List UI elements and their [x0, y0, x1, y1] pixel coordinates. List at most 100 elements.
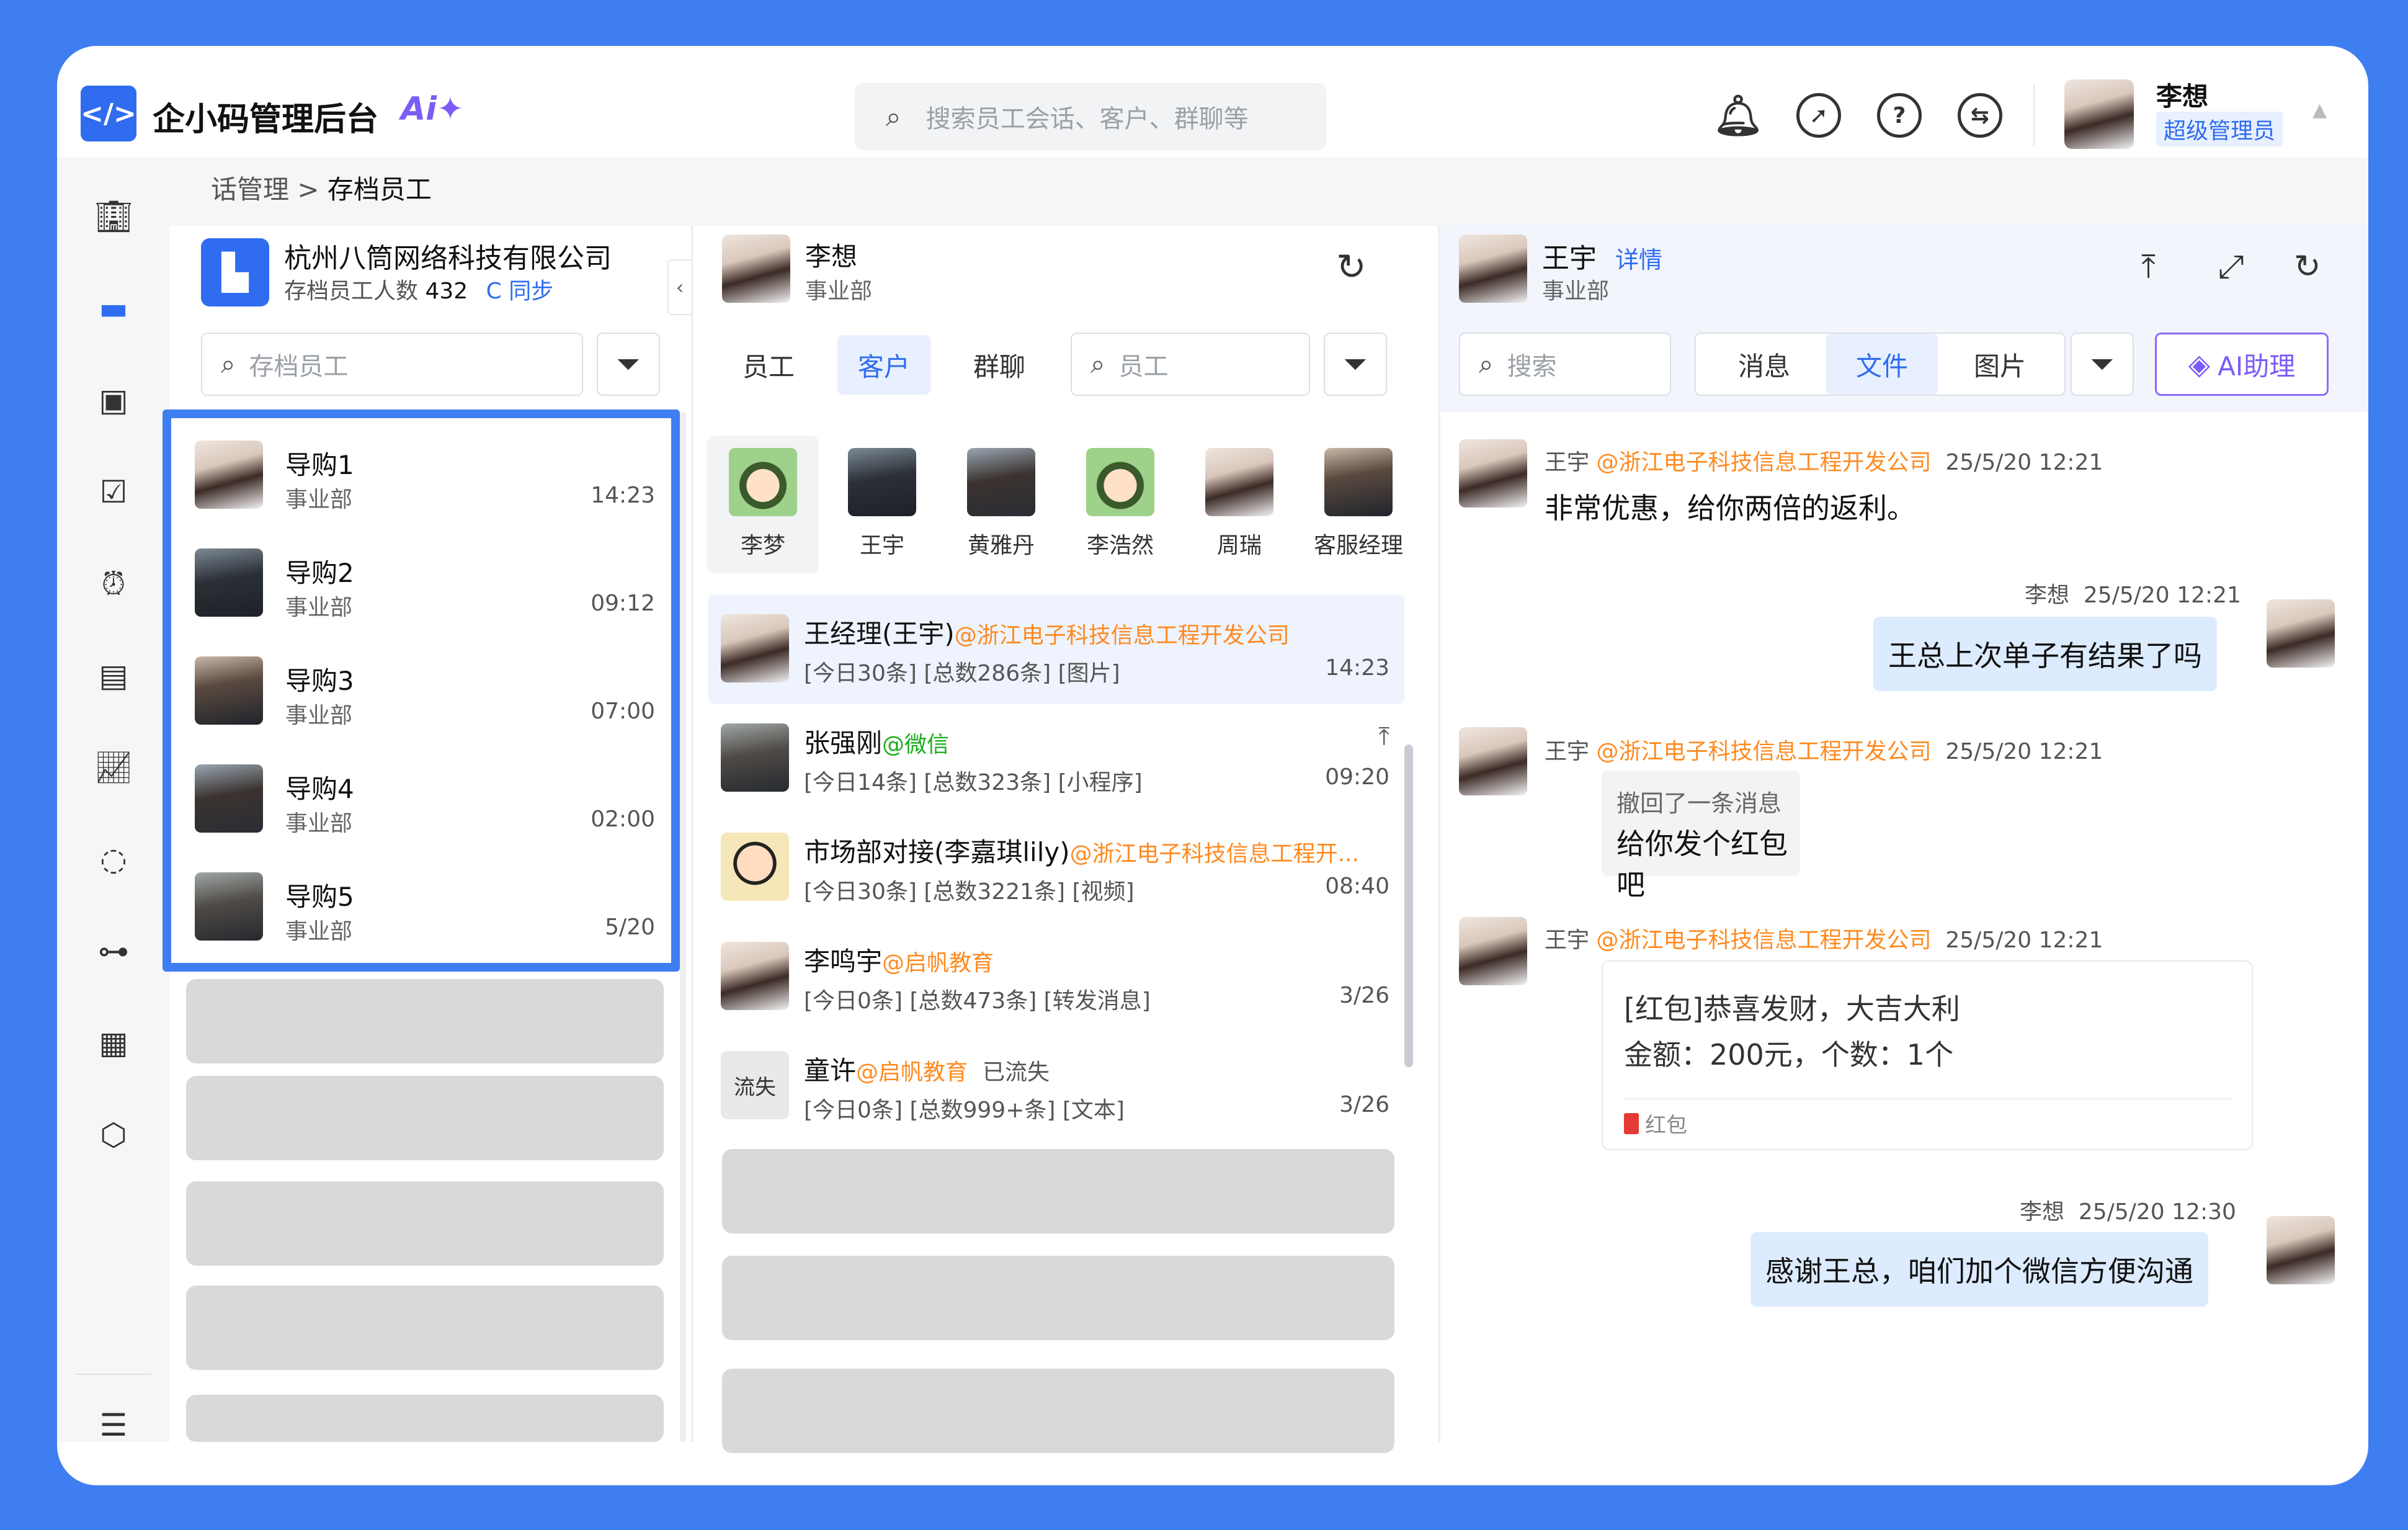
customer-chip[interactable]: 客服经理 [1303, 436, 1414, 573]
message-avatar [1459, 917, 1527, 985]
employee-filter-button[interactable]: ⏷ [597, 333, 660, 396]
list-item[interactable]: 导购3 事业部 07:00 [184, 639, 661, 745]
shield-check-icon[interactable]: ☑ [93, 472, 134, 512]
tab-files[interactable]: 文件 [1826, 334, 1938, 395]
customer-chip[interactable]: 李梦 [707, 436, 819, 573]
compass-icon[interactable]: ➚ [1796, 93, 1841, 138]
customer-chip[interactable]: 李浩然 [1064, 436, 1176, 573]
message-avatar [2267, 599, 2335, 668]
toolbar-divider [2033, 84, 2035, 146]
search-icon: ⌕ [221, 349, 236, 379]
refresh-icon[interactable]: ↻ [2294, 248, 2321, 285]
chat-search-input[interactable]: ⌕ 搜索 [1459, 333, 1671, 396]
list-item[interactable]: 导购2 事业部 09:12 [184, 531, 661, 637]
customer-avatar [848, 448, 916, 516]
tab-employee[interactable]: 员工 [722, 335, 815, 395]
settings-hex-icon[interactable]: ⬡ [93, 1114, 134, 1155]
refresh-icon[interactable]: ↻ [1336, 246, 1367, 288]
tab-images[interactable]: 图片 [1944, 334, 2056, 395]
org-tree-icon[interactable]: ⊶ [93, 931, 134, 972]
conversation-avatar [721, 942, 789, 1010]
chat-type-tabs: 消息 文件 图片 [1695, 333, 2066, 396]
alarm-icon[interactable]: ⏰︎ [93, 563, 134, 604]
placeholder-row [186, 1395, 664, 1442]
breadcrumb-separator: > [297, 174, 328, 205]
placeholder-row [722, 1369, 1394, 1453]
selected-employee-avatar [722, 235, 790, 303]
help-icon[interactable]: ? [1877, 93, 1922, 138]
chat-filter-button[interactable]: ⏷ [2071, 333, 2134, 396]
file-lock-icon[interactable]: ▦ [93, 1022, 134, 1063]
funnel-icon: ⏷ [1343, 346, 1368, 382]
nav-divider [76, 1374, 151, 1375]
message-bubble: 感谢王总，咱们加个微信方便沟通 [1750, 1232, 2208, 1307]
customer-avatar [967, 448, 1035, 516]
notice-icon[interactable]: ▣ [93, 380, 134, 421]
message-meta: 王宇 @浙江电子科技信息工程开发公司 25/5/20 12:21 [1545, 928, 2103, 953]
conversation-item[interactable]: 流失 童许@启帆教育 已流失 [今日0条] [总数999+条] [文本] 3/26 [708, 1031, 1404, 1140]
switch-icon[interactable]: ⇆ [1958, 93, 2002, 138]
global-search[interactable]: ⌕ 搜索员工会话、客户、群聊等 [855, 83, 1326, 150]
expand-icon[interactable]: ⤢ [2218, 248, 2244, 286]
customer-avatar [729, 448, 797, 516]
ai-assistant-button[interactable]: ◈ AI助理 [2155, 333, 2329, 396]
conversation-item[interactable]: 张强刚@微信 ⤒ [今日14条] [总数323条] [小程序] 09:20 [708, 704, 1404, 813]
chat-search-icon[interactable]: ◌ [93, 839, 134, 880]
doc-search-icon[interactable]: ▤ [93, 655, 134, 696]
detail-link[interactable]: 详情 [1615, 241, 1662, 275]
ai-mark: Ai✦ [401, 91, 464, 128]
customer-chip[interactable]: 黄雅丹 [945, 436, 1057, 573]
tab-customer[interactable]: 客户 [837, 335, 930, 395]
message-avatar [1459, 727, 1527, 795]
recalled-message: 撤回了一条消息 给你发个红包吧 [1602, 771, 1800, 901]
list-item[interactable]: 导购4 事业部 02:00 [184, 747, 661, 852]
customer-chip[interactable]: 周瑞 [1184, 436, 1295, 573]
chart-icon[interactable]: 📈︎ [93, 747, 134, 788]
lost-customer-avatar: 流失 [721, 1051, 789, 1119]
scroll-top-icon[interactable]: ⤒ [2141, 248, 2156, 286]
menu-collapse-icon[interactable]: ☰ [93, 1405, 134, 1446]
tab-group[interactable]: 群聊 [953, 335, 1046, 395]
red-packet-card[interactable]: [红包]恭喜发财，大吉大利 金额：200元，个数：1个 红包 [1602, 960, 2253, 1150]
conversation-scrollbar[interactable] [1404, 745, 1413, 1067]
employee-avatar [195, 441, 263, 509]
placeholder-row [186, 1076, 664, 1160]
user-role-badge: 超级管理员 [2156, 112, 2283, 146]
pin-top-icon[interactable]: ⤒ [1378, 722, 1389, 751]
chat-contact-name: 王宇 [1542, 243, 1597, 274]
conversation-item[interactable]: 李鸣宇@启帆教育 [今日0条] [总数473条] [转发消息] 3/26 [708, 922, 1404, 1031]
customer-chip[interactable]: 王宇 [826, 436, 938, 573]
customer-avatar [1086, 448, 1154, 516]
org-archive-count: 存档员工人数 432 C 同步 [284, 279, 554, 304]
bell-icon[interactable]: 🔔︎ [1713, 93, 1763, 139]
list-item[interactable]: 导购5 事业部 5/20 [184, 855, 661, 960]
building-icon[interactable]: 🏢︎ [93, 196, 134, 237]
employee-avatar [195, 764, 263, 833]
placeholder-row [722, 1256, 1394, 1340]
employee-scrollbar[interactable] [680, 412, 686, 1442]
employee-search-input[interactable]: ⌕ 存档员工 [201, 333, 583, 396]
folder-icon[interactable]: ▬ [93, 288, 134, 329]
tab-messages[interactable]: 消息 [1708, 334, 1820, 395]
breadcrumb-bar [170, 158, 2368, 226]
message-meta: 王宇 @浙江电子科技信息工程开发公司 25/5/20 12:21 [1545, 450, 2103, 475]
user-avatar[interactable] [2064, 79, 2134, 149]
message-avatar [1459, 439, 1527, 508]
customer-search-input[interactable]: ⌕ 员工 [1071, 333, 1310, 396]
customer-strip: 李梦 王宇 黄雅丹 李浩然 周瑞 客服经理 [693, 432, 1438, 581]
conversation-item[interactable]: 市场部对接(李嘉琪lily)@浙江电子科技信息工程开... [今日30条] [总… [708, 813, 1404, 922]
list-item[interactable]: 导购1 事业部 14:23 [184, 423, 661, 529]
customer-filter-button[interactable]: ⏷ [1324, 333, 1387, 396]
message-meta: 李想 25/5/20 12:30 [2020, 1199, 2236, 1225]
search-icon: ⌕ [886, 101, 901, 133]
lost-status: 已流失 [983, 1060, 1050, 1085]
conversation-avatar [721, 723, 789, 792]
conversation-item[interactable]: 王经理(王宇)@浙江电子科技信息工程开发公司 [今日30条] [总数286条] … [708, 594, 1404, 704]
funnel-icon: ⏷ [616, 346, 641, 382]
selected-employee-dept: 事业部 [805, 279, 873, 304]
sync-link[interactable]: C 同步 [486, 279, 554, 304]
collapse-panel-button[interactable]: ‹ [667, 259, 692, 315]
caret-up-icon[interactable]: ▲ [2312, 99, 2327, 121]
app-logo: </> [81, 86, 136, 141]
breadcrumb-parent[interactable]: 话管理 [211, 174, 289, 205]
